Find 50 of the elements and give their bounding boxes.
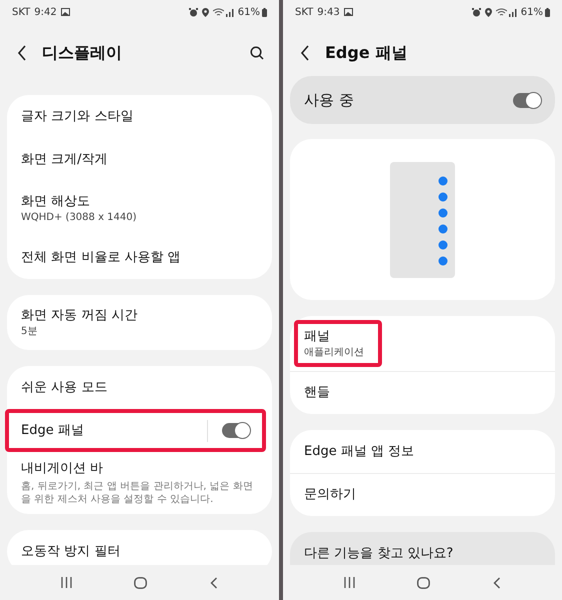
image-icon — [60, 8, 70, 16]
item-title[interactable]: 오동작 방지 필터 — [21, 542, 258, 560]
item-title[interactable]: 다른 기능을 찾고 있나요? — [304, 544, 541, 562]
battery-percent: 61% — [520, 6, 543, 20]
toggle-switch[interactable] — [513, 92, 541, 108]
back-icon[interactable] — [299, 45, 311, 61]
item-title[interactable]: 쉬운 사용 모드 — [21, 378, 258, 396]
toggle-switch[interactable] — [222, 423, 250, 438]
wifi-icon — [212, 8, 224, 16]
item-title[interactable]: 문의하기 — [304, 486, 541, 504]
home-icon[interactable] — [134, 576, 148, 588]
item-title[interactable]: 핸들 — [304, 384, 541, 402]
screen-title: 디스플레이 — [42, 42, 122, 64]
recent-apps-icon[interactable] — [344, 577, 356, 588]
item-title[interactable]: Edge 패널 앱 정보 — [304, 442, 541, 460]
status-time: 9:43 — [317, 6, 340, 20]
item-subtitle: WQHD+ (3088 x 1440) — [21, 210, 138, 224]
item-title[interactable]: 글자 크기와 스타일 — [21, 108, 258, 126]
item-description: 홈, 뒤로가기, 최근 앱 버튼을 관리하거나, 넓은 화면을 위한 제스처 사용을 설정할 수 있습니다. — [21, 480, 254, 506]
item-title[interactable]: 사용 중 — [304, 91, 513, 109]
item-title[interactable]: 패널 — [304, 328, 364, 346]
signal-icon — [226, 8, 235, 16]
back-icon[interactable] — [16, 45, 28, 61]
recent-apps-icon[interactable] — [61, 577, 72, 588]
carrier-name: SKT — [295, 6, 314, 20]
image-icon — [344, 8, 353, 16]
location-icon — [484, 8, 492, 16]
screen-title: Edge 패널 — [325, 42, 408, 64]
item-title[interactable]: 내비게이션 바 — [21, 460, 258, 478]
item-subtitle: 애플리케이션 — [304, 346, 364, 360]
item-subtitle: 5분 — [21, 324, 38, 338]
item-title[interactable]: 화면 크게/작게 — [21, 150, 258, 168]
search-icon[interactable] — [249, 45, 265, 61]
back-icon[interactable] — [210, 576, 218, 588]
carrier-name: SKT — [12, 6, 30, 20]
battery-icon — [545, 8, 550, 16]
status-time: 9:42 — [34, 6, 57, 20]
item-title[interactable]: 화면 자동 꺼짐 시간 — [21, 306, 258, 324]
home-icon[interactable] — [417, 576, 430, 588]
alarm-icon — [188, 8, 198, 16]
back-icon[interactable] — [492, 576, 501, 588]
alarm-icon — [472, 8, 481, 16]
signal-icon — [508, 8, 518, 16]
wifi-icon — [496, 8, 507, 16]
item-title[interactable]: 전체 화면 비율로 사용할 앱 — [21, 248, 258, 266]
battery-icon — [262, 8, 267, 16]
item-title[interactable]: 화면 해상도 — [21, 192, 258, 210]
location-icon — [202, 8, 209, 16]
item-title[interactable]: Edge 패널 — [21, 422, 207, 440]
battery-percent: 61% — [238, 6, 260, 20]
